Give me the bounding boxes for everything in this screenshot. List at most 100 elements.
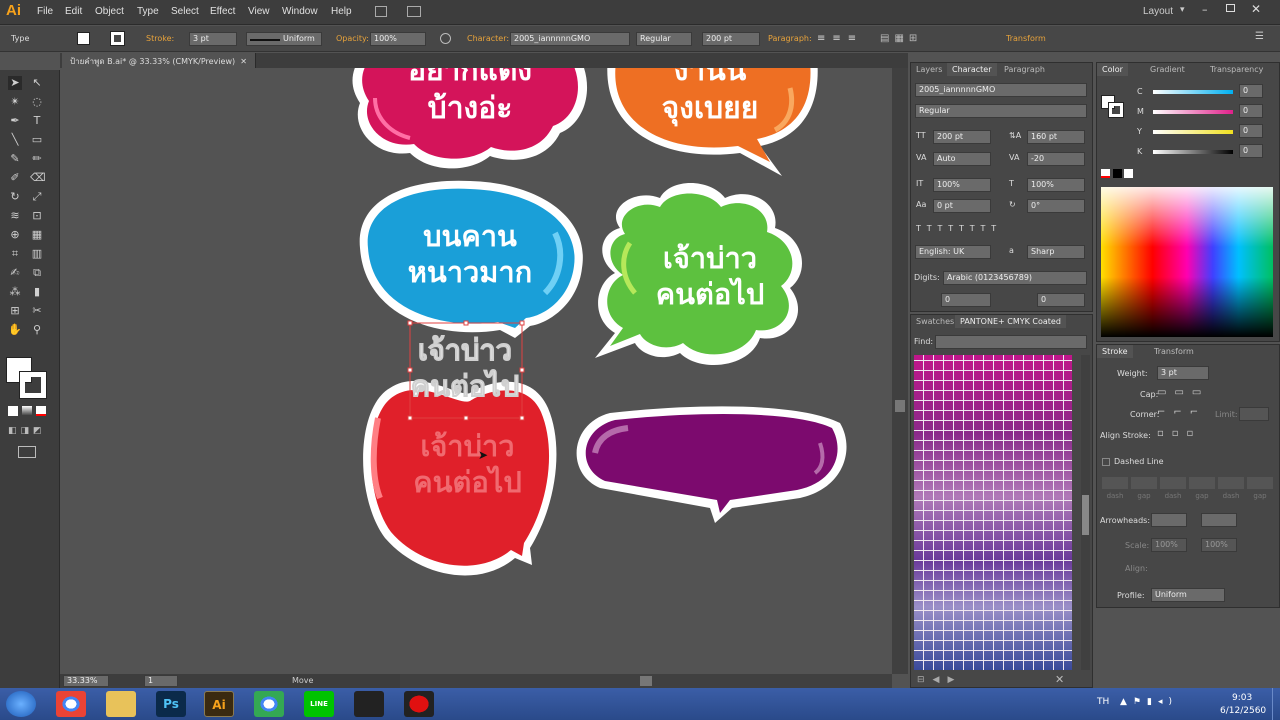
- cyan-slider[interactable]: [1153, 90, 1233, 94]
- menu-edit[interactable]: Edit: [65, 6, 82, 17]
- gap-field-3[interactable]: [1247, 477, 1273, 489]
- character-label[interactable]: Character:: [467, 34, 509, 43]
- font-size-field[interactable]: 200 pt: [702, 32, 760, 46]
- stroke-swatch[interactable]: [110, 31, 125, 46]
- tab-stroke[interactable]: Stroke: [1097, 345, 1133, 358]
- align-stroke-buttons-icon[interactable]: ▫▫▫: [1157, 428, 1201, 439]
- blob-brush-tool-icon[interactable]: ✐: [8, 171, 22, 185]
- illustrator-taskbar-icon[interactable]: Ai: [204, 691, 234, 717]
- char-digits-field[interactable]: Arabic (0123456789): [943, 271, 1087, 285]
- app-icon[interactable]: [354, 691, 384, 717]
- char-style-field[interactable]: Regular: [915, 104, 1087, 118]
- tab-gradient[interactable]: Gradient: [1145, 63, 1190, 76]
- swatch-close-icon[interactable]: ✕: [1055, 673, 1064, 686]
- font-family-field[interactable]: 2005_iannnnnGMO: [510, 32, 630, 46]
- text-options-icon[interactable]: ▤▦⊞: [880, 32, 960, 45]
- selection-tool-icon[interactable]: ➤: [8, 76, 22, 90]
- char-baseline-field[interactable]: 0 pt: [933, 199, 991, 213]
- color-spectrum[interactable]: [1101, 187, 1273, 337]
- black-field[interactable]: 0: [1239, 144, 1263, 158]
- eyedropper-tool-icon[interactable]: ✍: [8, 266, 22, 280]
- rectangle-tool-icon[interactable]: ▭: [30, 133, 44, 147]
- zoom-tool-icon[interactable]: ⚲: [30, 323, 44, 337]
- stroke-profile-select[interactable]: Uniform: [246, 32, 322, 46]
- blend-tool-icon[interactable]: ⧉: [30, 266, 44, 280]
- column-graph-tool-icon[interactable]: ▮: [30, 285, 44, 299]
- text-style-buttons-icon[interactable]: TTTTTTTT: [916, 224, 1002, 233]
- recolor-icon[interactable]: [440, 33, 451, 44]
- char-language-field[interactable]: English: UK: [915, 245, 991, 259]
- scale-start-field[interactable]: 100%: [1151, 538, 1187, 552]
- tab-pantone[interactable]: PANTONE+ CMYK Coated: [955, 315, 1066, 328]
- menu-type[interactable]: Type: [137, 6, 159, 17]
- shape-builder-tool-icon[interactable]: ⊕: [8, 228, 22, 242]
- file-explorer-icon[interactable]: [106, 691, 136, 717]
- arrowhead-start-select[interactable]: [1151, 513, 1187, 527]
- chrome-icon[interactable]: [56, 691, 86, 717]
- tab-transparency[interactable]: Transparency: [1205, 63, 1268, 76]
- workspace-switcher[interactable]: Layout: [1143, 6, 1173, 17]
- restore-icon[interactable]: [1226, 4, 1235, 12]
- color-mode-icon[interactable]: [8, 406, 18, 416]
- yellow-field[interactable]: 0: [1239, 124, 1263, 138]
- stroke-color-icon[interactable]: [19, 371, 47, 399]
- minimize-icon[interactable]: –: [1202, 3, 1208, 16]
- menu-help[interactable]: Help: [331, 6, 352, 17]
- limit-field[interactable]: [1239, 407, 1269, 421]
- char-antialias-field[interactable]: Sharp: [1027, 245, 1085, 259]
- char-vscale-field[interactable]: 100%: [933, 178, 991, 192]
- symbol-sprayer-tool-icon[interactable]: ⁂: [8, 285, 22, 299]
- paragraph-label[interactable]: Paragraph:: [768, 34, 812, 43]
- clock-time[interactable]: 9:03: [1232, 693, 1252, 703]
- tab-swatches[interactable]: Swatches: [911, 315, 959, 328]
- lasso-tool-icon[interactable]: ◌: [30, 95, 44, 109]
- scale-tool-icon[interactable]: ⤢: [30, 190, 44, 204]
- cyan-field[interactable]: 0: [1239, 84, 1263, 98]
- gap-field-1[interactable]: [1131, 477, 1157, 489]
- type-tool-icon[interactable]: T: [30, 114, 44, 128]
- menu-view[interactable]: View: [248, 6, 270, 17]
- screen-mode-icon[interactable]: [18, 446, 36, 458]
- bridge-icon[interactable]: [375, 6, 387, 17]
- dashed-line-checkbox[interactable]: [1102, 458, 1110, 466]
- tab-color[interactable]: Color: [1097, 63, 1128, 76]
- width-tool-icon[interactable]: ≋: [8, 209, 22, 223]
- char-size-field[interactable]: 200 pt: [933, 130, 991, 144]
- arrowhead-end-select[interactable]: [1201, 513, 1237, 527]
- windows-start-icon[interactable]: [6, 691, 36, 717]
- menu-select[interactable]: Select: [171, 6, 199, 17]
- paintbrush-tool-icon[interactable]: ✎: [8, 152, 22, 166]
- artboard-number-field[interactable]: 1: [144, 675, 178, 687]
- rotate-tool-icon[interactable]: ↻: [8, 190, 22, 204]
- speech-bubble-purple[interactable]: [576, 406, 847, 523]
- direct-selection-tool-icon[interactable]: ↖: [30, 76, 44, 90]
- arrange-documents-icon[interactable]: [407, 6, 421, 17]
- chevron-down-icon[interactable]: ▾: [1180, 5, 1185, 15]
- tab-transform[interactable]: Transform: [1149, 345, 1199, 358]
- corner-buttons-icon[interactable]: ⌐⌐⌐: [1157, 407, 1213, 420]
- clock-date[interactable]: 6/12/2560: [1220, 706, 1266, 716]
- magenta-slider[interactable]: [1153, 110, 1233, 114]
- char-kerning-field[interactable]: Auto: [933, 152, 991, 166]
- artboard-canvas[interactable]: อยากแต่ง บ้างอ่ะ งานนี้ จุงเบยย บนคาน หนาวม…: [60, 68, 892, 674]
- chrome-icon-2[interactable]: [254, 691, 284, 717]
- photoshop-icon[interactable]: Ps: [156, 691, 186, 717]
- char-font-field[interactable]: 2005_iannnnnGMO: [915, 83, 1087, 97]
- swatch-scrollbar[interactable]: [1081, 355, 1090, 670]
- gap-field-2[interactable]: [1189, 477, 1215, 489]
- dash-field-2[interactable]: [1160, 477, 1186, 489]
- slice-tool-icon[interactable]: ✂: [30, 304, 44, 318]
- zoom-field[interactable]: 33.33%: [63, 675, 109, 687]
- document-tab[interactable]: ป้ายคำพูด B.ai* @ 33.33% (CMYK/Preview) …: [62, 53, 256, 68]
- eraser-tool-icon[interactable]: ⌫: [30, 171, 46, 185]
- scale-end-field[interactable]: 100%: [1201, 538, 1237, 552]
- gradient-tool-icon[interactable]: ▥: [30, 247, 44, 261]
- menu-window[interactable]: Window: [282, 6, 318, 17]
- gradient-mode-icon[interactable]: [22, 406, 32, 416]
- stroke-weight-field[interactable]: 3 pt: [189, 32, 237, 46]
- char-hscale-field[interactable]: 100%: [1027, 178, 1085, 192]
- char-extra2-field[interactable]: 0: [1037, 293, 1085, 307]
- vertical-scrollbar[interactable]: [892, 68, 908, 674]
- none-swatch-icon[interactable]: [1101, 169, 1110, 178]
- line-app-icon[interactable]: LINE: [304, 691, 334, 717]
